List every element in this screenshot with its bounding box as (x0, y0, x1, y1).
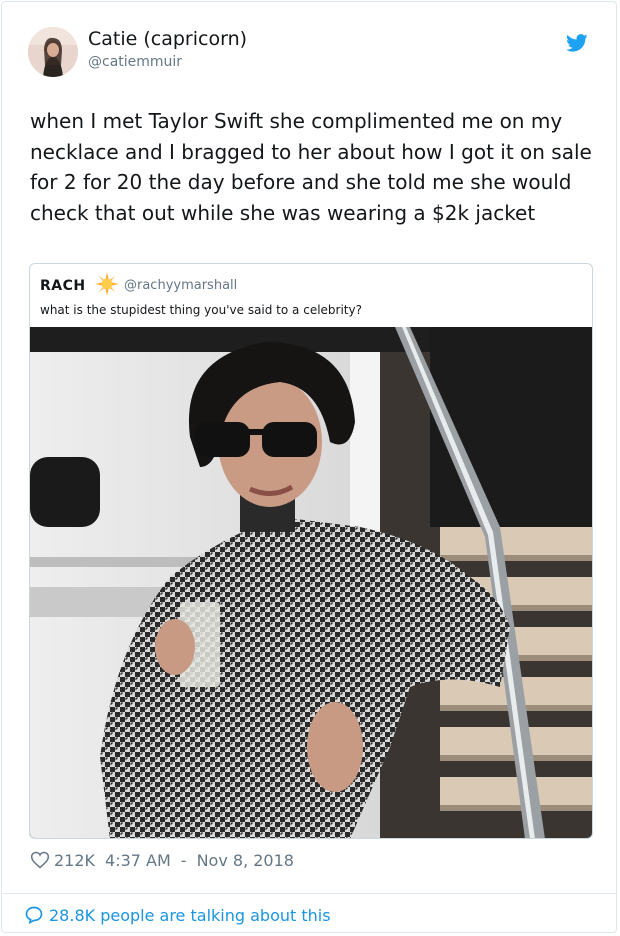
talking-about-text[interactable]: 28.8K people are talking about this (49, 906, 331, 925)
quoted-tweet-photo[interactable] (30, 327, 593, 839)
twitter-bird-icon[interactable] (566, 32, 588, 54)
quoted-tweet[interactable]: RACH @rachyymarshall what is the stupide… (29, 263, 593, 839)
meta-separator: - (180, 850, 187, 870)
tweet-card: Catie (capricorn) @catiemmuir when I met… (1, 1, 617, 933)
divider (3, 893, 617, 894)
quoted-tweet-text: what is the stupidest thing you've said … (40, 303, 362, 317)
tweet-meta: 212K 4:37 AM - Nov 8, 2018 (30, 849, 294, 871)
talking-about-link[interactable]: 28.8K people are talking about this (24, 905, 331, 925)
author-name[interactable]: Catie (capricorn) (88, 28, 247, 50)
author-avatar[interactable] (28, 27, 78, 77)
author-handle[interactable]: @catiemmuir (88, 54, 182, 70)
tweet-text: when I met Taylor Swift she complimented… (30, 109, 592, 225)
like-count[interactable]: 212K (54, 851, 95, 870)
tweet-date[interactable]: Nov 8, 2018 (197, 851, 294, 870)
heart-icon[interactable] (30, 850, 50, 870)
quoted-author-name[interactable]: RACH (40, 278, 86, 294)
sun-emoji-icon (95, 272, 119, 296)
quoted-author-handle[interactable]: @rachyymarshall (124, 278, 237, 293)
speech-bubble-icon (25, 906, 43, 925)
tweet-time[interactable]: 4:37 AM (105, 851, 171, 870)
